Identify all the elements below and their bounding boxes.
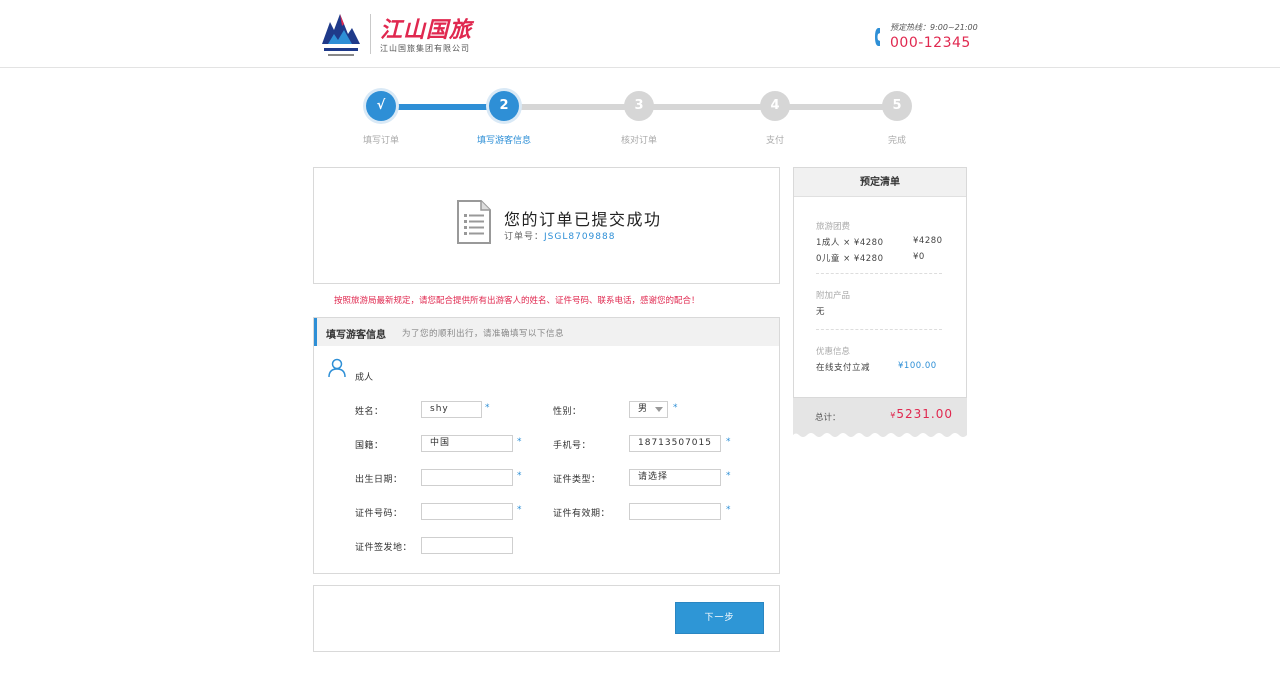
name-label: 姓名：	[355, 407, 384, 417]
traveler-type-label: 成人	[355, 373, 374, 383]
summary-divider	[816, 273, 942, 274]
adult-total: ¥4280	[913, 236, 943, 246]
chevron-down-icon	[655, 407, 663, 412]
total-label: 总计：	[815, 413, 841, 423]
form-subtitle: 为了您的顺利出行，请准确填写以下信息	[402, 329, 565, 339]
total-value: ¥5231.00	[890, 407, 953, 421]
step-4: 4 支付	[735, 88, 815, 146]
id-type-required-mark: *	[726, 471, 731, 481]
gender-select[interactable]: 男	[629, 401, 668, 418]
user-icon	[328, 358, 346, 378]
site-header: 江山国旅 江山国旅集团有限公司 预定热线：9:00~21:00 000-1234…	[0, 0, 1280, 68]
mountain-logo-icon	[322, 14, 360, 56]
id-type-label: 证件类型：	[553, 475, 601, 485]
form-header: 填写游客信息 为了您的顺利出行，请准确填写以下信息	[314, 318, 779, 346]
phone-required-mark: *	[726, 437, 731, 447]
step-1-circle: √	[366, 91, 396, 121]
id-issue-place-input[interactable]	[421, 537, 513, 554]
birthdate-input[interactable]	[421, 469, 513, 486]
receipt-edge	[793, 431, 967, 437]
form-title: 填写游客信息	[326, 330, 386, 341]
id-expiry-input[interactable]	[629, 503, 721, 520]
order-summary: 预定清单 旅游团费 1成人 × ¥4280 ¥4280 0儿童 × ¥4280 …	[793, 167, 967, 439]
step-4-label: 支付	[765, 136, 784, 146]
step-4-circle: 4	[760, 91, 790, 121]
logo-subtitle: 江山国旅集团有限公司	[380, 44, 470, 53]
progress-track-remaining	[504, 104, 897, 110]
name-input[interactable]: shy	[421, 401, 482, 418]
name-required-mark: *	[485, 403, 490, 413]
gender-label: 性别：	[553, 407, 582, 417]
step-2: 2 填写游客信息	[464, 88, 544, 146]
nationality-label: 国籍：	[355, 441, 384, 451]
id-expiry-label: 证件有效期：	[553, 509, 611, 519]
hotline-label: 预定热线：9:00~21:00	[890, 23, 978, 32]
total-bar: 总计： ¥5231.00	[793, 398, 967, 432]
adult-line: 1成人 × ¥4280	[816, 238, 884, 248]
discount-text: 在线支付立减	[816, 363, 871, 373]
phone-input[interactable]: 18713507015	[629, 435, 721, 452]
child-line: 0儿童 × ¥4280	[816, 254, 884, 264]
step-1-label: 填写订单	[362, 136, 399, 146]
discount-value: ¥100.00	[898, 361, 937, 371]
gender-value: 男	[638, 404, 649, 414]
id-expiry-required-mark: *	[726, 505, 731, 515]
discount-label: 优惠信息	[816, 347, 851, 357]
hotline: 预定热线：9:00~21:00 000-12345	[874, 20, 978, 54]
step-2-circle: 2	[489, 91, 519, 121]
fee-label: 旅游团费	[816, 222, 851, 232]
summary-box: 预定清单 旅游团费 1成人 × ¥4280 ¥4280 0儿童 × ¥4280 …	[793, 167, 967, 398]
nationality-input[interactable]: 中国	[421, 435, 513, 452]
birthdate-label: 出生日期：	[355, 475, 403, 485]
order-number-label: 订单号：	[504, 232, 545, 242]
step-5-circle: 5	[882, 91, 912, 121]
step-2-label: 填写游客信息	[476, 136, 531, 146]
id-type-select[interactable]: 请选择	[629, 469, 721, 486]
birthdate-required-mark: *	[517, 471, 522, 481]
id-number-input[interactable]	[421, 503, 513, 520]
brand-logo[interactable]: 江山国旅 江山国旅集团有限公司	[318, 8, 488, 60]
step-5-label: 完成	[887, 136, 906, 146]
regulation-notice: 按照旅游局最新规定，请您配合提供所有出游客人的姓名、证件号码、联系电话，感谢您的…	[334, 296, 700, 306]
phone-label: 手机号：	[553, 441, 592, 451]
child-total: ¥0	[913, 252, 925, 262]
next-step-button[interactable]: 下一步	[675, 602, 764, 634]
summary-divider	[816, 329, 942, 330]
phone-icon	[875, 28, 880, 46]
hotline-number[interactable]: 000-12345	[890, 35, 971, 51]
step-3-circle: 3	[624, 91, 654, 121]
document-icon	[457, 200, 491, 244]
id-issue-place-label: 证件签发地：	[355, 543, 413, 553]
summary-title: 预定清单	[794, 168, 966, 197]
id-number-required-mark: *	[517, 505, 522, 515]
id-number-label: 证件号码：	[355, 509, 403, 519]
logo-divider	[370, 14, 371, 54]
step-3: 3 核对订单	[599, 88, 679, 146]
next-step-panel: 下一步	[313, 585, 780, 652]
order-success-box: 您的订单已提交成功 订单号：JSGL8709888	[313, 167, 780, 284]
total-amount: 5231.00	[896, 407, 953, 421]
order-number-line: 订单号：JSGL8709888	[504, 229, 615, 242]
addon-label: 附加产品	[816, 291, 851, 301]
gender-required-mark: *	[673, 403, 678, 413]
addon-value: 无	[816, 307, 826, 317]
step-5: 5 完成	[857, 88, 937, 146]
nationality-required-mark: *	[517, 437, 522, 447]
success-title: 您的订单已提交成功	[504, 210, 662, 229]
step-3-label: 核对订单	[620, 136, 657, 146]
logo-title: 江山国旅	[380, 17, 473, 43]
order-number: JSGL8709888	[544, 232, 616, 242]
traveler-form: 填写游客信息 为了您的顺利出行，请准确填写以下信息 成人 姓名： shy * 性…	[313, 317, 780, 574]
progress-steps: √ 填写订单 2 填写游客信息 3 核对订单 4 支付 5 完成	[313, 88, 967, 150]
step-1: √ 填写订单	[341, 88, 421, 146]
